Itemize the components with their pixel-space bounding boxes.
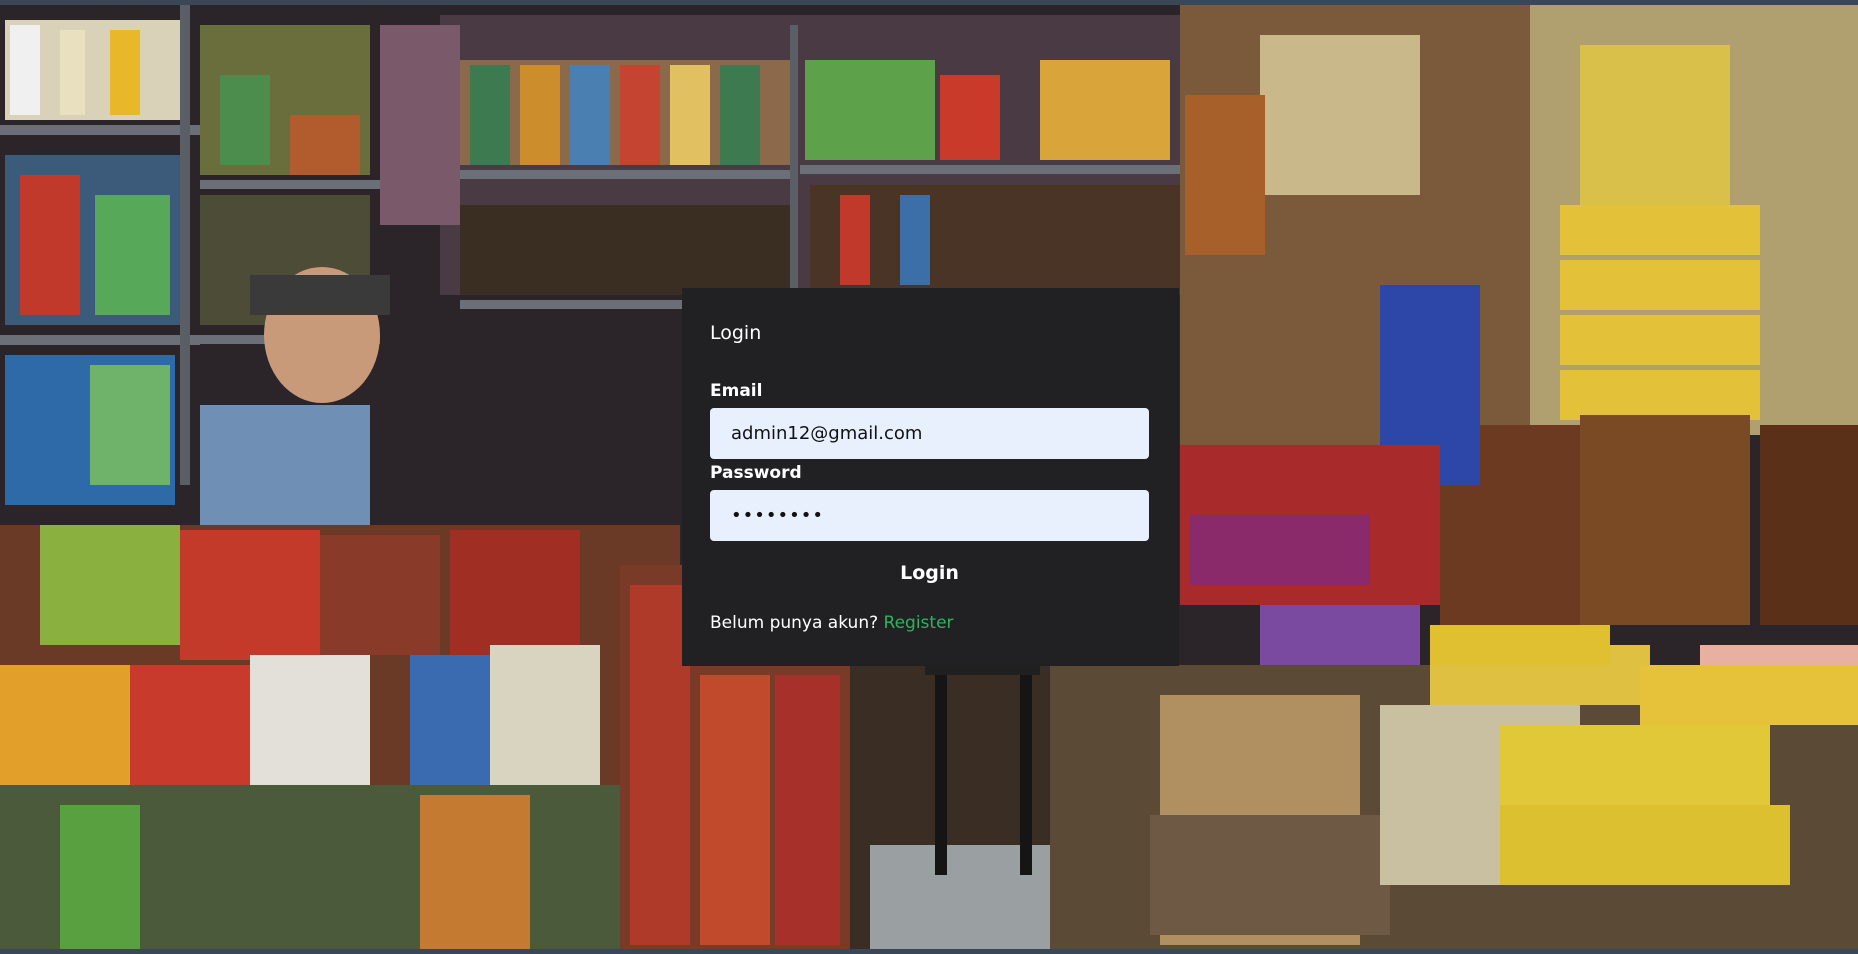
login-button[interactable]: Login <box>710 555 1149 591</box>
login-title: Login <box>710 322 762 344</box>
password-field[interactable] <box>710 490 1149 541</box>
login-card: Login Email Password Login Belum punya a… <box>682 288 1179 666</box>
email-label: Email <box>710 381 763 401</box>
page: Login Email Password Login Belum punya a… <box>0 0 1858 954</box>
password-label: Password <box>710 463 802 483</box>
register-prompt-text: Belum punya akun? <box>710 613 884 633</box>
email-field[interactable] <box>710 408 1149 459</box>
register-prompt-line: Belum punya akun? Register <box>710 613 954 633</box>
register-link[interactable]: Register <box>884 613 954 633</box>
